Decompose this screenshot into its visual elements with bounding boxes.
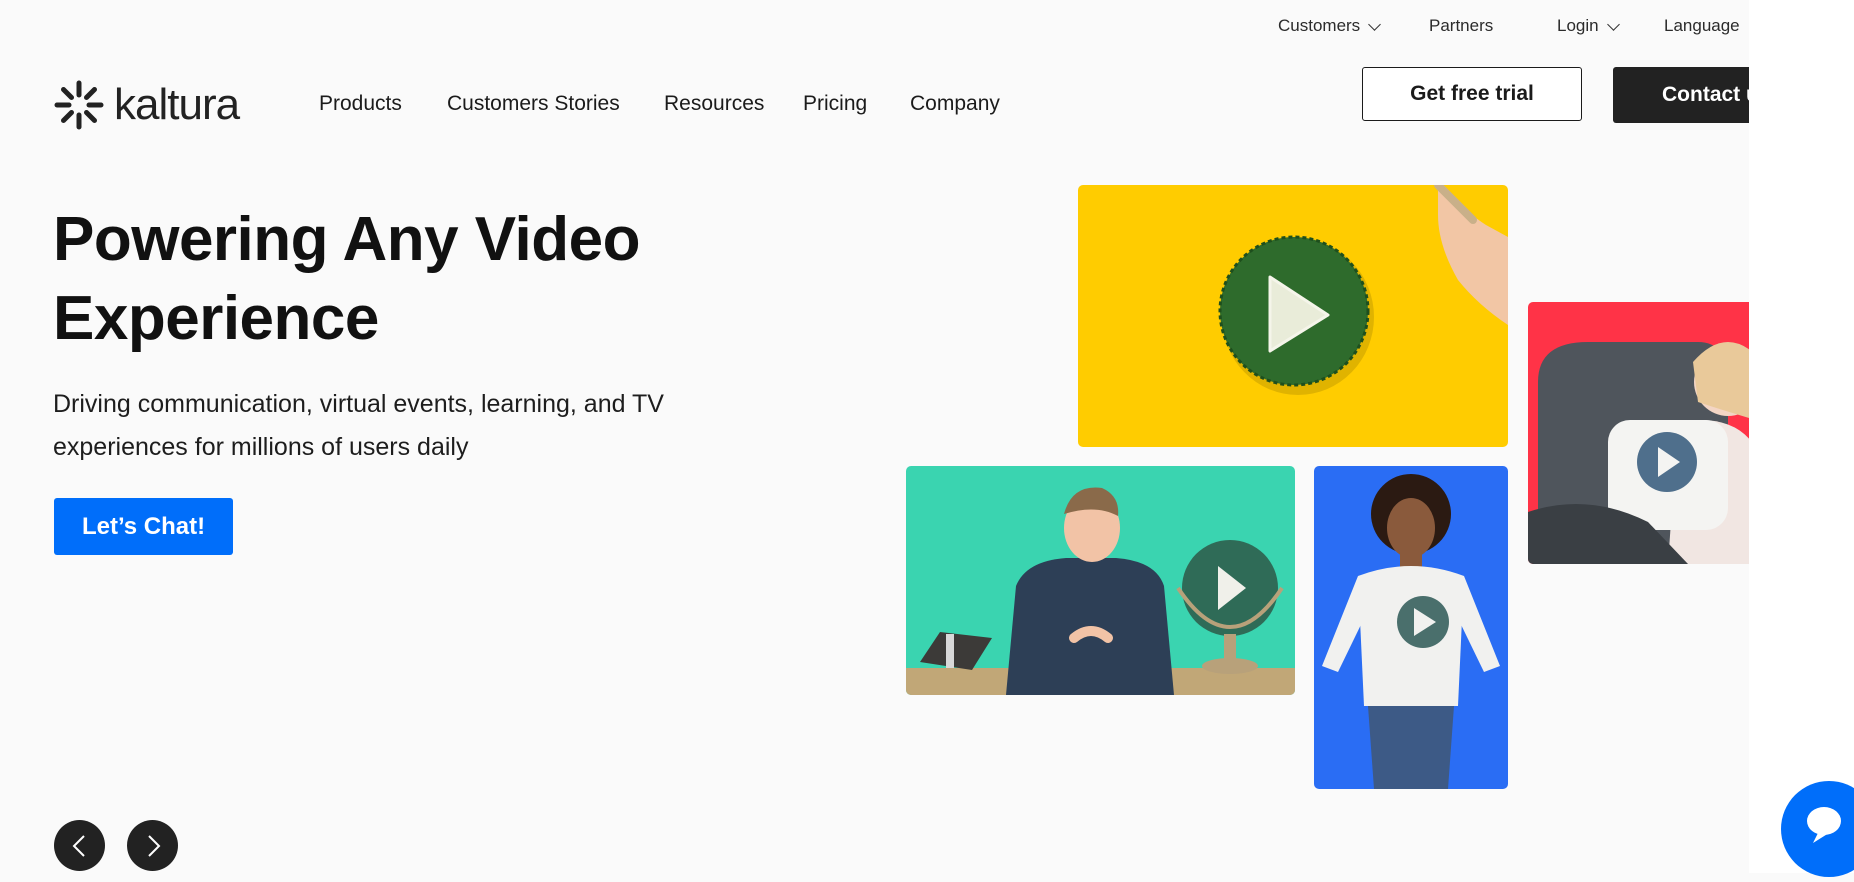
hero-subtitle-line-2: experiences for millions of users daily [53, 433, 469, 461]
hero-subtitle-line-1: Driving communication, virtual events, l… [53, 390, 664, 418]
nav-products[interactable]: Products [319, 92, 402, 116]
login-label: Login [1557, 16, 1599, 35]
kaltura-logo[interactable]: kaltura [54, 80, 240, 130]
green-presenter-tile[interactable] [906, 466, 1295, 695]
hero-subtitle: Driving communication, virtual events, l… [53, 383, 753, 469]
nav-pricing[interactable]: Pricing [803, 92, 867, 116]
yellow-play-tile[interactable] [1078, 185, 1508, 447]
chat-widget-button[interactable] [1781, 781, 1854, 877]
blue-woman-tile[interactable] [1314, 466, 1508, 789]
hero-title-line-2: Experience [53, 284, 379, 353]
lets-chat-button[interactable]: Let’s Chat! [54, 498, 233, 555]
nav-company[interactable]: Company [910, 92, 1000, 116]
nav-resources[interactable]: Resources [664, 92, 764, 116]
carousel-next-button[interactable] [127, 820, 178, 871]
hero-title: Powering Any Video Experience [53, 200, 773, 358]
red-pillow-tile[interactable] [1528, 302, 1749, 564]
kaltura-burst-logo-icon [54, 80, 104, 130]
carousel-prev-button[interactable] [54, 820, 105, 871]
language-label: Language [1664, 16, 1740, 35]
logo-wordmark: kaltura [114, 80, 240, 129]
login-menu[interactable]: Login [1557, 16, 1620, 36]
presenter-illustration [906, 487, 1295, 695]
page-viewport: Customers Partners Login Language kaltur… [0, 0, 1749, 873]
language-menu[interactable]: Language [1664, 16, 1740, 36]
chevron-down-icon [1606, 17, 1620, 31]
partners-link[interactable]: Partners [1429, 16, 1493, 36]
get-free-trial-button[interactable]: Get free trial [1362, 67, 1582, 121]
chevron-left-icon [72, 834, 85, 857]
chat-bubble-icon [1807, 807, 1841, 843]
partners-label: Partners [1429, 16, 1494, 35]
customers-label: Customers [1278, 16, 1361, 35]
chalk-play-illustration [1218, 185, 1508, 395]
right-gutter [1749, 0, 1854, 873]
nav-customer-stories[interactable]: Customers Stories [447, 92, 620, 116]
pillow-illustration [1528, 342, 1749, 564]
chevron-down-icon [1368, 17, 1382, 31]
woman-illustration [1322, 474, 1500, 789]
chevron-right-icon [147, 834, 160, 857]
hero-title-line-1: Powering Any Video [53, 205, 641, 274]
contact-us-button[interactable]: Contact u [1613, 67, 1749, 123]
customers-menu[interactable]: Customers [1278, 16, 1382, 36]
